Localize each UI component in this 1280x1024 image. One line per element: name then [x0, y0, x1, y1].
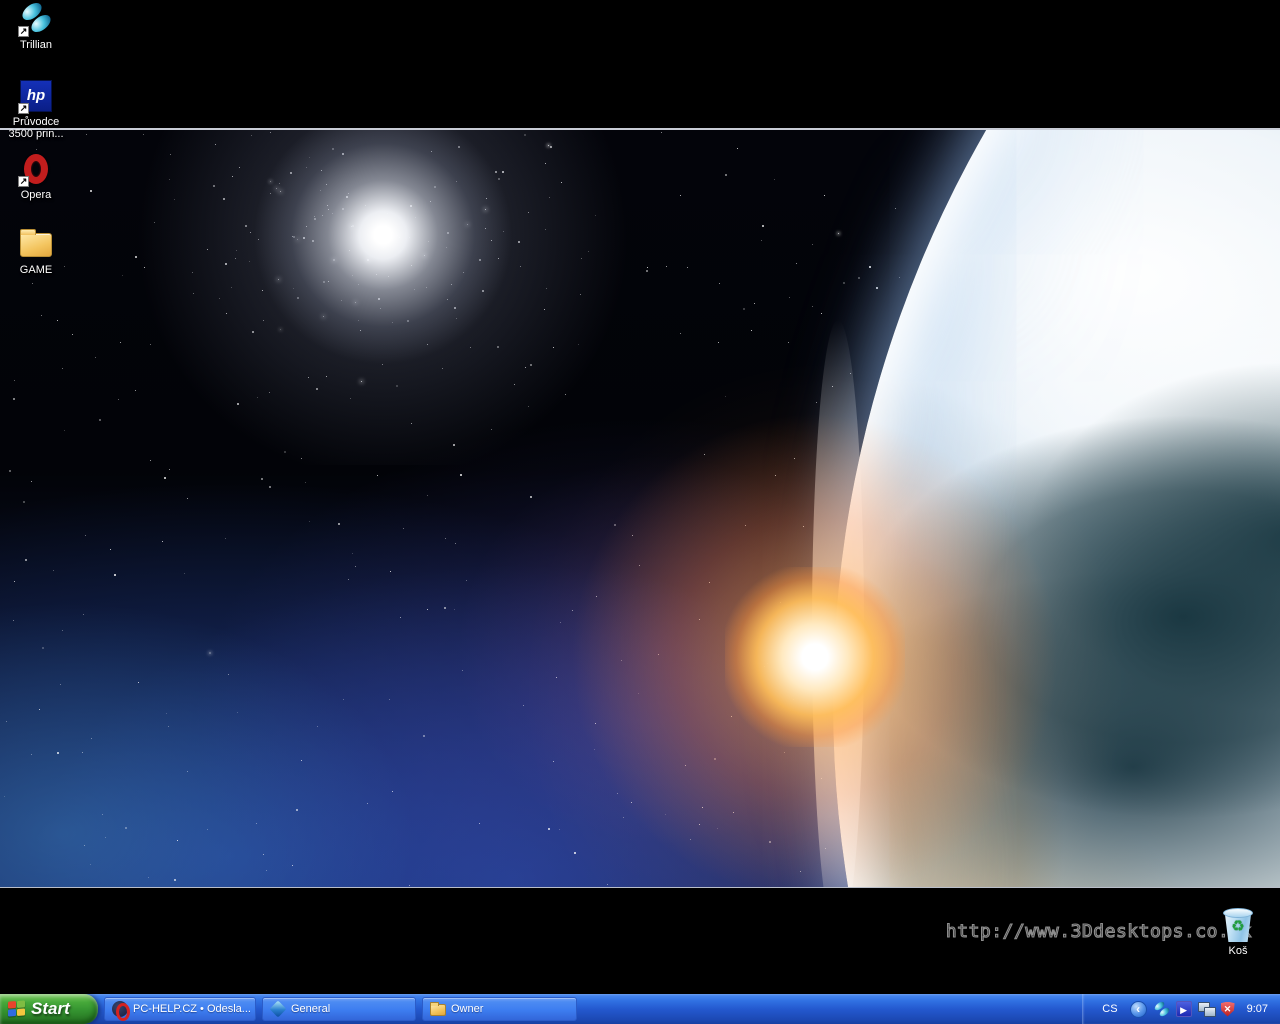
recycle-bin-icon: ♻: [1221, 908, 1255, 942]
icon-label: Trillian: [0, 39, 72, 51]
windows-logo-icon: [8, 1000, 26, 1017]
network-tray-icon[interactable]: [1198, 1002, 1215, 1017]
icon-label: Koš: [1202, 945, 1274, 957]
folder-icon: [19, 227, 53, 261]
media-player-tray-icon[interactable]: ▶: [1176, 1001, 1192, 1017]
taskbar-button-pchelp[interactable]: PC-HELP.CZ • Odesla...: [104, 997, 256, 1021]
shortcut-arrow-icon: ↗: [18, 103, 29, 114]
system-tray: CS ‹ ▶ ✕ 9:07: [1082, 994, 1280, 1024]
icon-label-line2: 3500 prin...: [0, 128, 72, 140]
start-label: Start: [31, 999, 76, 1019]
hp-icon: hp ↗: [19, 79, 53, 113]
trillian-tray-icon[interactable]: [1153, 1001, 1170, 1018]
desktop-icon-trillian[interactable]: ↗ Trillian: [0, 2, 72, 51]
icon-label: GAME: [0, 264, 72, 276]
desktop-icon-recycle-bin[interactable]: ♻ Koš: [1202, 908, 1274, 957]
taskbar-clock[interactable]: 9:07: [1241, 1003, 1272, 1015]
opera-icon: [112, 1001, 128, 1017]
desktop: ↗ Trillian hp ↗ Průvodce 3500 prin... ↗ …: [0, 0, 1280, 1024]
desktop-icon-opera[interactable]: ↗ Opera: [0, 152, 72, 201]
icon-label: Opera: [0, 189, 72, 201]
security-alert-tray-icon[interactable]: ✕: [1221, 1002, 1235, 1017]
taskbar: Start PC-HELP.CZ • Odesla... General Own…: [0, 994, 1280, 1024]
trillian-icon: ↗: [19, 2, 53, 36]
start-button[interactable]: Start: [0, 994, 98, 1024]
desktop-icon-game[interactable]: GAME: [0, 227, 72, 276]
language-indicator[interactable]: CS: [1096, 1003, 1123, 1015]
recycle-symbol-icon: ♻: [1223, 916, 1253, 938]
shortcut-arrow-icon: ↗: [18, 176, 29, 187]
taskbar-button-general[interactable]: General: [262, 997, 416, 1021]
collapse-chevron-icon[interactable]: ‹: [1130, 1001, 1147, 1018]
taskbar-button-owner[interactable]: Owner: [422, 997, 577, 1021]
desktop-icon-hp-wizard[interactable]: hp ↗ Průvodce 3500 prin...: [0, 79, 72, 140]
folder-icon: [430, 1004, 446, 1016]
diamond-icon: [270, 1001, 287, 1018]
icon-label: Průvodce: [0, 116, 72, 128]
shortcut-arrow-icon: ↗: [18, 26, 29, 37]
opera-icon: ↗: [19, 152, 53, 186]
sun-flare-core: [725, 567, 905, 747]
wallpaper: [0, 128, 1280, 888]
